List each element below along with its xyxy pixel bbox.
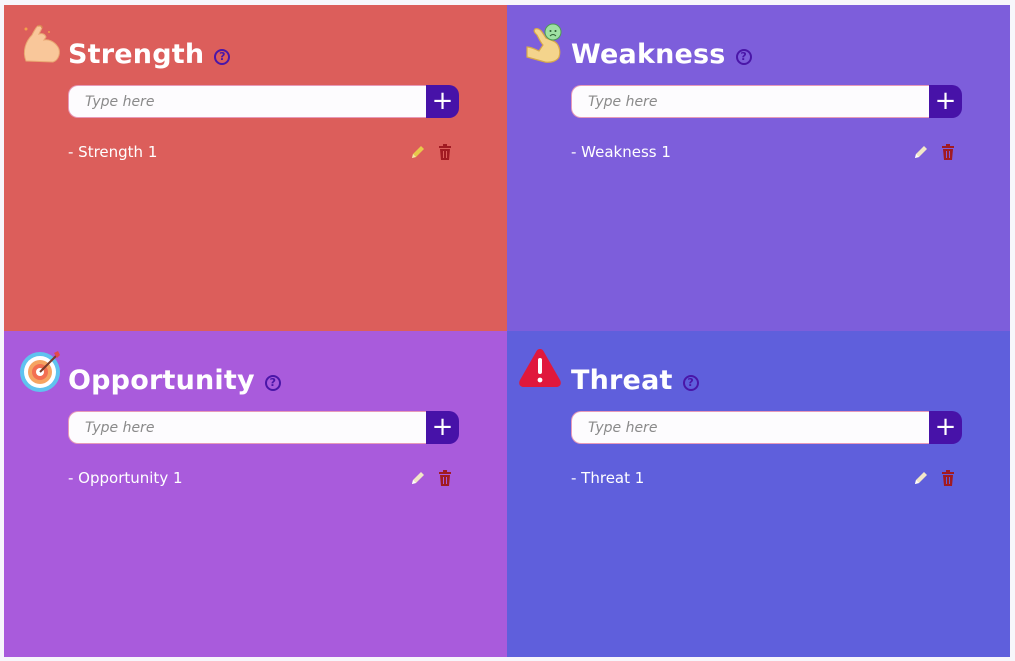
opportunity-title: Opportunity <box>68 365 255 396</box>
item-actions <box>410 144 452 160</box>
opportunity-header: Opportunity ? <box>68 365 281 396</box>
weakness-input[interactable] <box>571 85 929 118</box>
trash-icon[interactable] <box>941 470 955 486</box>
weakness-quadrant: Weakness ? + - Weakness 1 <box>507 5 1010 331</box>
threat-input[interactable] <box>571 411 929 444</box>
weakness-title: Weakness <box>571 39 726 70</box>
threat-item-text: - Threat 1 <box>571 469 645 487</box>
threat-input-group: + <box>571 411 962 444</box>
help-icon[interactable]: ? <box>735 48 752 65</box>
help-icon[interactable]: ? <box>264 374 281 391</box>
strength-item-text: - Strength 1 <box>68 143 158 161</box>
item-actions <box>913 144 955 160</box>
strength-input-group: + <box>68 85 459 118</box>
threat-add-button[interactable]: + <box>929 411 962 444</box>
weakness-add-button[interactable]: + <box>929 85 962 118</box>
opportunity-input[interactable] <box>68 411 426 444</box>
strength-add-button[interactable]: + <box>426 85 459 118</box>
weakness-header: Weakness ? <box>571 39 752 70</box>
weakness-input-group: + <box>571 85 962 118</box>
opportunity-quadrant: Opportunity ? + - Opportunity 1 <box>4 331 507 657</box>
list-item: - Threat 1 <box>571 468 963 488</box>
pencil-icon[interactable] <box>913 144 929 160</box>
threat-title: Threat <box>571 365 673 396</box>
list-item: - Opportunity 1 <box>68 468 460 488</box>
opportunity-input-group: + <box>68 411 459 444</box>
threat-quadrant: Threat ? + - Threat 1 <box>507 331 1010 657</box>
help-icon[interactable]: ? <box>682 374 699 391</box>
sad-biceps-icon <box>526 23 562 63</box>
trash-icon[interactable] <box>941 144 955 160</box>
strength-input[interactable] <box>68 85 426 118</box>
trash-icon[interactable] <box>438 144 452 160</box>
strength-title: Strength <box>68 39 205 70</box>
item-actions <box>410 470 452 486</box>
list-item: - Weakness 1 <box>571 142 963 162</box>
target-icon <box>20 351 60 392</box>
strength-quadrant: Strength ? + - Strength 1 <box>4 5 507 331</box>
list-item: - Strength 1 <box>68 142 460 162</box>
pencil-icon[interactable] <box>913 470 929 486</box>
warning-icon <box>519 349 561 387</box>
flexed-biceps-icon <box>23 24 60 63</box>
opportunity-item-text: - Opportunity 1 <box>68 469 183 487</box>
swot-grid: Strength ? + - Strength 1 <box>4 5 1010 657</box>
pencil-icon[interactable] <box>410 470 426 486</box>
trash-icon[interactable] <box>438 470 452 486</box>
threat-header: Threat ? <box>571 365 699 396</box>
strength-header: Strength ? <box>68 39 231 70</box>
help-icon[interactable]: ? <box>214 48 231 65</box>
item-actions <box>913 470 955 486</box>
weakness-item-text: - Weakness 1 <box>571 143 671 161</box>
opportunity-add-button[interactable]: + <box>426 411 459 444</box>
pencil-icon[interactable] <box>410 144 426 160</box>
